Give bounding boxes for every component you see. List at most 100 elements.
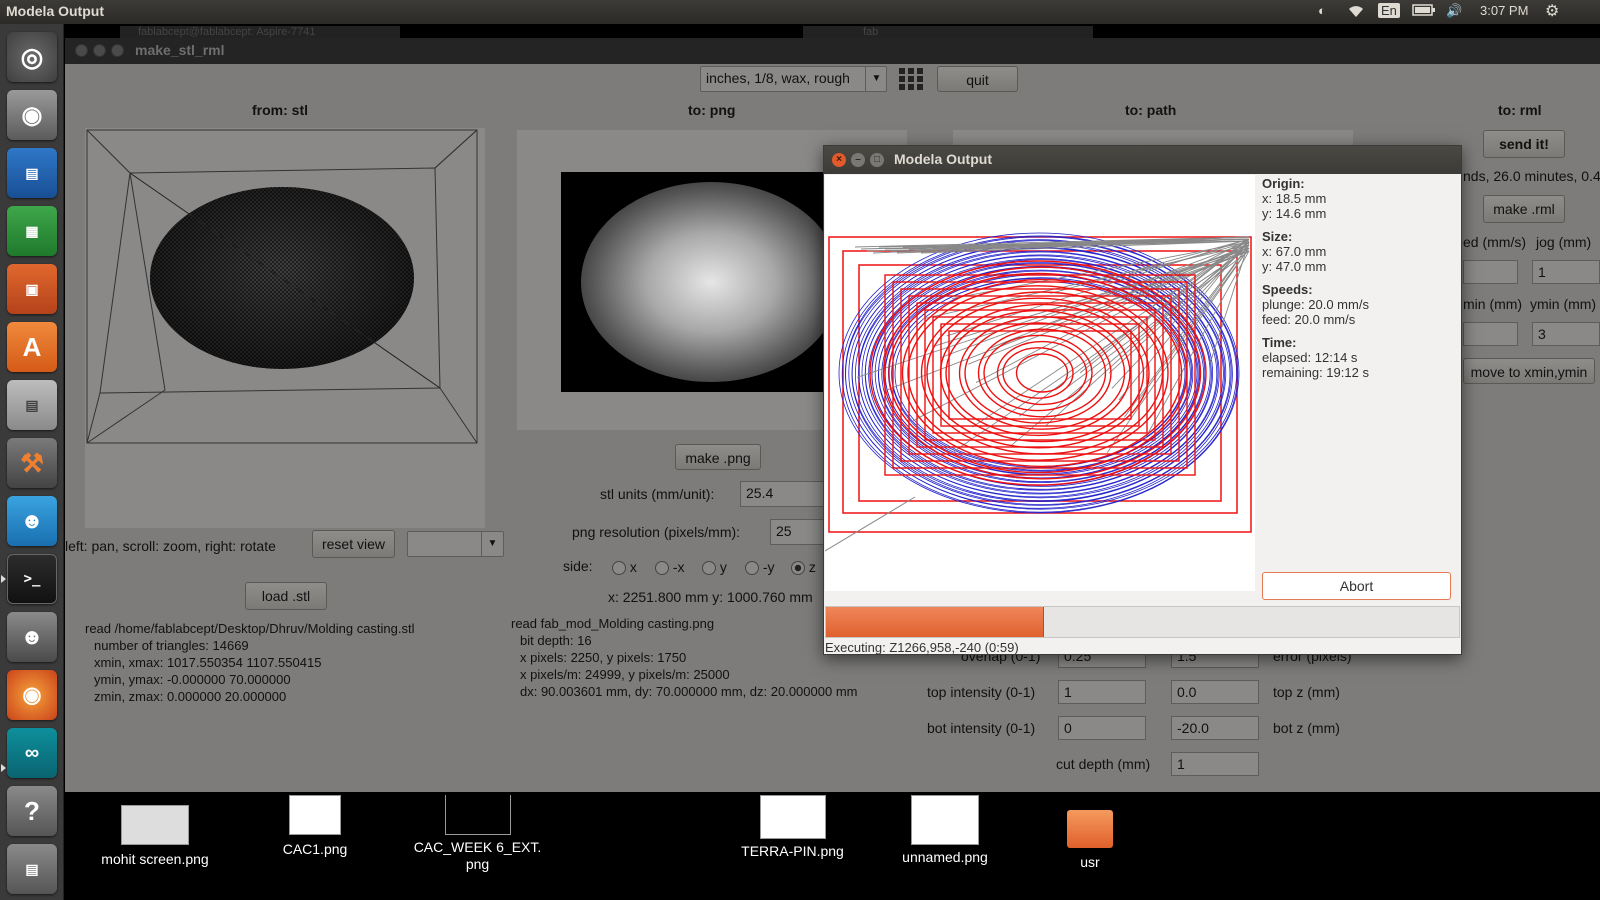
- to-path-header: to: path: [1125, 102, 1177, 118]
- make-rml-button[interactable]: make .rml: [1483, 195, 1565, 223]
- toolpath-contour: [939, 303, 1145, 443]
- stl-3d-viewer[interactable]: [85, 128, 485, 528]
- calc-icon[interactable]: ▦: [7, 206, 57, 256]
- camera-icon[interactable]: ◉: [7, 90, 57, 140]
- load-stl-button[interactable]: load .stl: [245, 582, 327, 610]
- top-panel: Modela Output ◐ En 🔊 3:07 PM ⚙: [0, 0, 1600, 24]
- ubuntu-dash-icon[interactable]: ◎: [7, 32, 57, 82]
- side-radio-z[interactable]: z: [791, 559, 816, 576]
- radio-button[interactable]: [655, 561, 669, 576]
- origin-heading: Origin:: [1262, 176, 1305, 191]
- move-to-origin-button[interactable]: move to xmin,ymin: [1463, 358, 1595, 384]
- side-radio-y[interactable]: y: [702, 559, 727, 576]
- workspaces-icon[interactable]: ▤: [7, 844, 57, 894]
- radio-button[interactable]: [612, 561, 626, 576]
- status-text: Executing: Z1266,958,-240 (0:59): [825, 640, 1019, 655]
- minimize-icon[interactable]: [93, 44, 106, 57]
- png-info: read fab_mod_Molding casting.png bit dep…: [511, 615, 857, 700]
- close-icon[interactable]: ×: [832, 153, 846, 167]
- side-radio-neg-x[interactable]: -x: [655, 559, 685, 576]
- impress-icon[interactable]: ▣: [7, 264, 57, 314]
- bot-z-label: bot z (mm): [1273, 720, 1340, 736]
- volume-icon[interactable]: 🔊: [1446, 3, 1462, 19]
- top-z-label: top z (mm): [1273, 684, 1340, 700]
- radio-button[interactable]: [702, 561, 716, 576]
- stl-units-input[interactable]: 25.4: [740, 481, 830, 507]
- size-y: y: 47.0 mm: [1262, 259, 1327, 274]
- side-label: side:: [563, 558, 593, 574]
- toolpath-contour: [1015, 353, 1069, 393]
- side-option-label: x: [629, 559, 637, 575]
- desktop-icon-cac-week6[interactable]: CAC_WEEK 6_EXT. png: [405, 795, 550, 873]
- close-icon[interactable]: [75, 44, 88, 57]
- running-indicator: [1, 575, 6, 583]
- elapsed-time: elapsed: 12:14 s: [1262, 350, 1358, 365]
- png-info-line: x pixels: 2250, y pixels: 1750: [520, 650, 687, 665]
- png-resolution-label: png resolution (pixels/mm):: [572, 524, 741, 540]
- png-info-line: bit depth: 16: [520, 633, 592, 648]
- help-icon[interactable]: ?: [7, 786, 57, 836]
- terminal-icon[interactable]: >_: [7, 554, 57, 604]
- top-intensity-input[interactable]: 1: [1058, 680, 1146, 704]
- firefox-icon[interactable]: ◉: [7, 670, 57, 720]
- writer-icon[interactable]: ▤: [7, 148, 57, 198]
- preset-select[interactable]: inches, 1/8, wax, rough ▼: [700, 66, 887, 92]
- make-png-button[interactable]: make .png: [675, 444, 761, 470]
- desktop-icon-cac1[interactable]: CAC1.png: [255, 795, 375, 858]
- desktop-icon-usr[interactable]: usr: [1050, 810, 1130, 871]
- toolpath-contour: [907, 285, 1169, 461]
- arduino-icon[interactable]: ∞: [7, 728, 57, 778]
- keyboard-layout-indicator[interactable]: En: [1378, 3, 1400, 18]
- gear-icon[interactable]: ⚙: [1545, 1, 1559, 21]
- clock[interactable]: 3:07 PM: [1480, 3, 1528, 18]
- reset-view-button[interactable]: reset view: [312, 530, 395, 558]
- settings-icon[interactable]: ⚒: [7, 438, 57, 488]
- side-radio-neg-y[interactable]: -y: [745, 559, 775, 576]
- radio-button-selected[interactable]: [791, 561, 805, 576]
- dialog-titlebar[interactable]: × – □ Modela Output: [824, 146, 1461, 174]
- speed-label: ed (mm/s): [1463, 234, 1526, 250]
- desktop-icon-terra-pin[interactable]: TERRA-PIN.png: [730, 795, 855, 860]
- window-titlebar[interactable]: make_stl_rml: [65, 38, 1600, 64]
- wifi-icon[interactable]: [1346, 3, 1366, 22]
- top-z-input[interactable]: 0.0: [1171, 680, 1259, 704]
- battery-icon[interactable]: [1412, 3, 1436, 20]
- remaining-time: remaining: 19:12 s: [1262, 365, 1369, 380]
- grid-icon[interactable]: [899, 68, 923, 90]
- xmin-input[interactable]: [1463, 322, 1518, 346]
- background-window-tab[interactable]: fab: [803, 26, 1093, 38]
- progress-bar: [825, 606, 1460, 638]
- maximize-icon[interactable]: □: [870, 153, 884, 167]
- side-radio-x[interactable]: x: [612, 559, 637, 576]
- maximize-icon[interactable]: [111, 44, 124, 57]
- desktop-icon-unnamed[interactable]: unnamed.png: [885, 795, 1005, 866]
- stl-units-label: stl units (mm/unit):: [600, 486, 715, 502]
- view-select[interactable]: ▼: [407, 531, 504, 557]
- side-option-label: z: [808, 559, 816, 575]
- jog-input[interactable]: 1: [1532, 260, 1600, 284]
- software-center-icon[interactable]: A: [7, 322, 57, 372]
- minimize-icon[interactable]: –: [851, 153, 865, 167]
- png-resolution-input[interactable]: 25: [770, 519, 830, 545]
- send-it-button[interactable]: send it!: [1483, 130, 1565, 158]
- quit-button[interactable]: quit: [937, 66, 1018, 92]
- stl-info-line: number of triangles: 14669: [94, 638, 249, 653]
- sync-icon[interactable]: ◐: [1318, 3, 1326, 18]
- bot-z-input[interactable]: -20.0: [1171, 716, 1259, 740]
- stl-info-line: xmin, xmax: 1017.550354 1107.550415: [94, 655, 322, 670]
- bot-intensity-input[interactable]: 0: [1058, 716, 1146, 740]
- ymin-input[interactable]: 3: [1532, 322, 1600, 346]
- preset-select-value: inches, 1/8, wax, rough: [706, 70, 850, 86]
- chat-icon[interactable]: ☻: [7, 496, 57, 546]
- stl-mesh-render: [86, 129, 478, 444]
- radio-button[interactable]: [745, 561, 759, 576]
- gimp-icon[interactable]: ☻: [7, 612, 57, 662]
- files-icon[interactable]: ▤: [7, 380, 57, 430]
- cut-depth-input[interactable]: 1: [1171, 752, 1259, 776]
- background-window-tab[interactable]: fablabcept@fablabcept: Aspire-7741: [120, 26, 400, 38]
- abort-button[interactable]: Abort: [1262, 572, 1451, 600]
- speed-input[interactable]: [1463, 260, 1518, 284]
- desktop-icon-label: unnamed.png: [902, 849, 988, 865]
- desktop-icon-mohit-screen[interactable]: mohit screen.png: [80, 805, 230, 868]
- image-thumbnail-icon: [289, 795, 341, 835]
